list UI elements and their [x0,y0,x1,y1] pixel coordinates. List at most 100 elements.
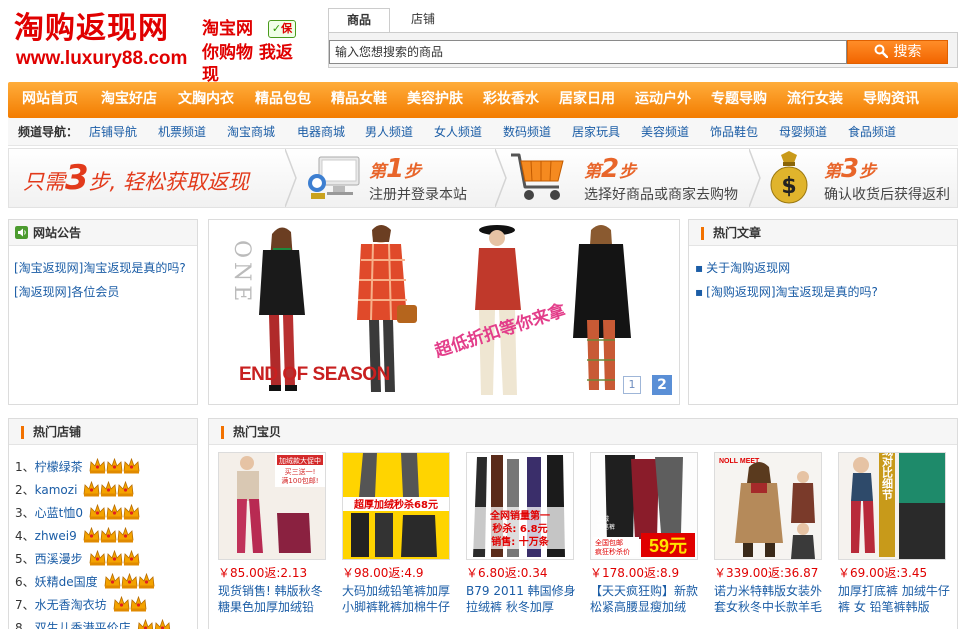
crown-rating [83,526,134,543]
crown-rating [89,457,140,474]
nav-item-fashion[interactable]: 流行女装 [778,82,852,118]
shop-name: 心蓝t恤0 [34,506,83,520]
product-image[interactable]: 超厚加绒秒杀68元 [342,452,450,560]
channel-tmall[interactable]: 淘宝商城 [227,118,275,146]
channel-digital[interactable]: 数码频道 [503,118,551,146]
banner-page-1[interactable]: 1 [623,376,641,394]
product-image[interactable]: 加绒对比细节 [838,452,946,560]
product-price: ￥98.00返:4.9 [342,566,424,580]
logo-title: 淘购返现网 [14,11,169,46]
channel-flights[interactable]: 机票频道 [158,118,206,146]
notice-panel-title: 网站公告 [33,226,82,240]
product-name[interactable]: 诺力米特韩版女装外套女秋冬中长款羊毛 [714,583,830,615]
product-image[interactable]: 全网销量第一 秒杀: 6.8元 销售: 十万条 [466,452,574,560]
channel-shop-guide[interactable]: 店铺导航 [89,118,137,146]
search-area: 商品 店铺 输入您想搜索的商品 搜索 [328,8,958,68]
shop-rank: 5、 [15,552,35,566]
product-photo: 加绒 铅笔裤 全国包邮 疯狂秒杀价 59元 [591,453,697,559]
shop-item[interactable]: 8、双生儿香港平价店 [15,616,171,629]
crown-rating [89,549,140,566]
shop-item[interactable]: 7、水无香淘衣坊 [15,593,171,616]
crown-rating [89,503,140,520]
nav-item-womens-shoes[interactable]: 精品女鞋 [322,82,396,118]
shop-item[interactable]: 1、柠檬绿茶 [15,455,171,478]
nav-item-outdoor[interactable]: 运动户外 [626,82,700,118]
channel-baby[interactable]: 母婴频道 [779,118,827,146]
channel-accessories[interactable]: 饰品鞋包 [710,118,758,146]
product-name[interactable]: 加厚打底裤 加绒牛仔裤 女 铅笔裤韩版 [838,583,954,615]
product-photo: NOLL MEET [715,453,821,559]
shop-item[interactable]: 5、西溪漫步 [15,547,171,570]
nav-item-lingerie[interactable]: 文胸内衣 [169,82,243,118]
shop-item[interactable]: 2、kamozi [15,478,171,501]
channel-women[interactable]: 女人频道 [434,118,482,146]
nav-item-home[interactable]: 网站首页 [14,82,86,118]
crown-icon [123,457,140,474]
notice-item[interactable]: [淘返现网]各位会员 [14,280,186,304]
channel-men[interactable]: 男人频道 [365,118,413,146]
crown-icon [104,572,121,589]
article-item[interactable]: ▪ 关于淘购返现网 [695,256,878,280]
nav-item-skincare[interactable]: 美容护肤 [398,82,472,118]
crown-icon [130,595,147,612]
hot-shops-list: 1、柠檬绿茶 2、kamozi 3、心蓝t恤0 4、zhwei9 5、西溪漫步 … [15,455,171,629]
search-input[interactable]: 输入您想搜索的商品 [329,40,847,64]
product-photo: 加绒款大促中 买三送一! 满100包邮! [219,453,325,559]
logo-tagline-line1: 淘宝网 [202,19,253,39]
banner-season-text: END OF SEASON [239,364,390,385]
logo-tagline-line2: 你购物 我返现 [202,43,293,85]
shop-rank: 4、 [15,529,35,543]
article-item-label: [淘购返现网]淘宝返现是真的吗? [706,285,878,299]
nav-item-makeup[interactable]: 彩妆香水 [474,82,548,118]
shop-item[interactable]: 6、妖精de国度 [15,570,171,593]
step-2-pre: 第 [584,162,601,182]
crown-icon [106,503,123,520]
shop-name: 妖精de国度 [34,575,98,589]
product-name[interactable]: 现货销售! 韩版秋冬糖果色加厚加绒铅 [218,583,334,615]
product-name[interactable]: B79 2011 韩国修身拉绒裤 秋冬加厚 [466,583,582,615]
crown-icon [138,572,155,589]
search-tab-products[interactable]: 商品 [328,8,390,32]
channel-electronics[interactable]: 电器商城 [297,118,345,146]
shop-item[interactable]: 4、zhwei9 [15,524,171,547]
shop-item[interactable]: 3、心蓝t恤0 [15,501,171,524]
steps-intro-pre: 只需 [23,170,65,194]
product-price: ￥69.00返:3.45 [838,566,928,580]
channel-food[interactable]: 食品频道 [848,118,896,146]
search-tab-shops[interactable]: 店铺 [392,8,454,32]
step-3-num: 3 [841,154,860,184]
section-marker-icon [21,426,24,439]
product-name[interactable]: 大码加绒铅笔裤加厚小脚裤靴裤加棉牛仔 [342,583,458,615]
article-item[interactable]: ▪ [淘购返现网]淘宝返现是真的吗? [695,280,878,304]
logo-tagline: 淘宝网 ✓保 你购物 我返现 [202,18,302,85]
channel-beauty[interactable]: 美容频道 [641,118,689,146]
main-nav-list: 网站首页 淘宝好店 文胸内衣 精品包包 精品女鞋 美容护肤 彩妆香水 居家日用 … [8,82,958,118]
nav-item-news[interactable]: 导购资讯 [854,82,928,118]
shop-rank: 3、 [15,506,35,520]
crown-icon [117,526,134,543]
nav-item-home-goods[interactable]: 居家日用 [550,82,624,118]
section-marker-icon [701,227,704,240]
step-3: $ 第3步 确认收货后获得返利 [767,149,957,207]
site-logo[interactable]: 淘购返现网 www.luxury88.com 淘宝网 ✓保 你购物 我返现 [14,11,304,85]
channel-home-toys[interactable]: 居家玩具 [572,118,620,146]
product-image[interactable]: NOLL MEET [714,452,822,560]
crown-icon [89,457,106,474]
crown-icon [100,526,117,543]
channel-nav-label: 频道导航： [18,125,79,139]
check-icon: ✓ [271,22,282,35]
crown-rating [83,480,134,497]
search-button[interactable]: 搜索 [847,40,948,64]
nav-item-good-shops[interactable]: 淘宝好店 [92,82,166,118]
promo-banner[interactable]: ONE END OF SEASON 超低折扣等你来拿 1 2 [208,219,680,405]
nav-item-topics[interactable]: 专题导购 [702,82,776,118]
nav-item-bags[interactable]: 精品包包 [246,82,320,118]
crown-icon [83,526,100,543]
product-image[interactable]: 加绒 铅笔裤 全国包邮 疯狂秒杀价 59元 [590,452,698,560]
section-marker-icon [221,426,224,439]
banner-page-2[interactable]: 2 [652,375,672,395]
product-name[interactable]: 【天天疯狂购】新款松紧高腰显瘦加绒 [590,583,706,615]
search-bar: 输入您想搜索的商品 搜索 [328,32,958,68]
product-image[interactable]: 加绒款大促中 买三送一! 满100包邮! [218,452,326,560]
notice-item[interactable]: [淘宝返现网]淘宝返现是真的吗? [14,256,186,280]
